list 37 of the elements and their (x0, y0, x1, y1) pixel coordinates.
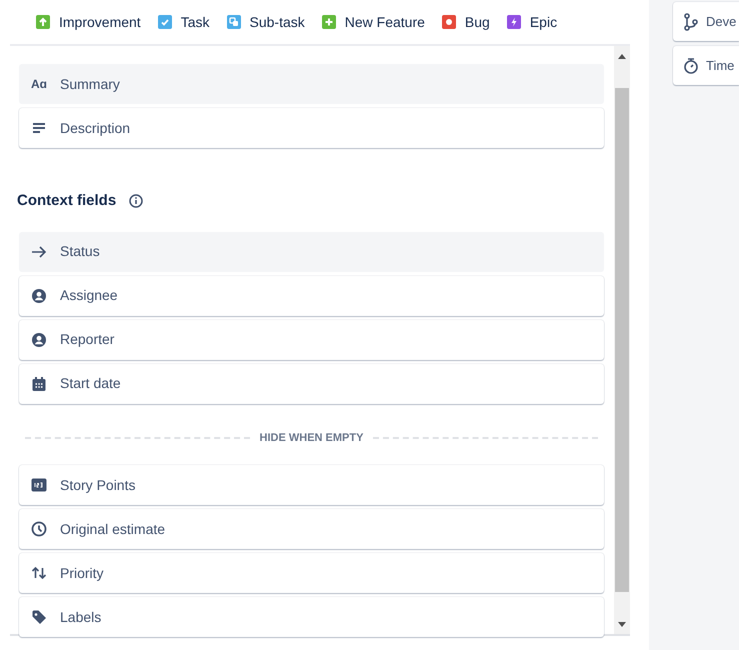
issue-type-item[interactable]: Epic (506, 12, 558, 32)
arrow-right-icon (31, 244, 47, 260)
section-heading: Context fields (17, 191, 116, 211)
issue-type-item[interactable]: New Feature (322, 12, 425, 32)
field-row[interactable]: Status (19, 232, 604, 272)
field-row[interactable]: Reporter (19, 320, 604, 360)
up-down-arrows-icon (31, 565, 47, 581)
field-row[interactable]: Assignee (19, 276, 604, 316)
field-row[interactable]: Story Points (19, 465, 604, 505)
scrollbar[interactable] (614, 46, 630, 634)
field-row[interactable]: Original estimate (19, 509, 604, 549)
branch-icon (683, 12, 699, 30)
field-row[interactable]: Start date (19, 364, 604, 404)
side-card[interactable]: Time (673, 46, 739, 85)
clock-icon (31, 521, 47, 537)
field-row[interactable]: Description (19, 108, 604, 148)
scroll-thumb[interactable] (615, 88, 629, 592)
issue-type-item[interactable]: Improvement (36, 12, 141, 32)
person-icon (31, 288, 47, 304)
tag-icon (31, 609, 47, 625)
divider-label: HIDE WHEN EMPTY (260, 430, 364, 446)
scroll-down-icon[interactable] (618, 622, 626, 627)
number-icon (31, 477, 47, 493)
stopwatch-icon (683, 56, 699, 74)
issue-type-item[interactable]: Task (158, 12, 210, 32)
text-format-icon: Aɑ (31, 78, 47, 90)
field-row[interactable]: Aɑ Summary (19, 64, 604, 104)
calendar-icon (31, 376, 47, 392)
side-card[interactable]: Deve (673, 2, 739, 41)
scroll-up-icon[interactable] (618, 54, 626, 59)
lines-icon (31, 120, 47, 136)
field-row[interactable]: Priority (19, 553, 604, 593)
info-icon[interactable] (129, 194, 144, 208)
field-row[interactable]: Labels (19, 597, 604, 637)
issue-type-item[interactable]: Bug (442, 12, 490, 32)
issue-type-item[interactable]: Sub-task (226, 12, 305, 32)
person-icon (31, 332, 47, 348)
